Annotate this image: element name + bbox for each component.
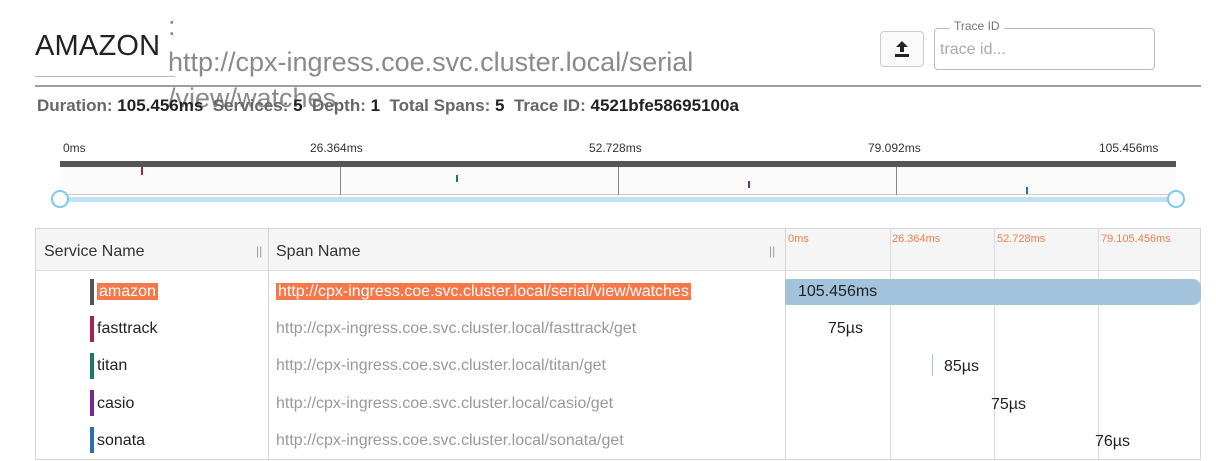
span-duration: 75µs xyxy=(828,320,864,337)
minimap-divider xyxy=(896,167,897,195)
service-name[interactable]: casio xyxy=(97,395,134,413)
upload-button[interactable] xyxy=(880,31,924,67)
service-color-marker xyxy=(90,279,94,305)
minimap-tick: 79.092ms xyxy=(868,141,921,155)
span-name[interactable]: http://cpx-ingress.coe.svc.cluster.local… xyxy=(276,432,624,450)
span-name[interactable]: http://cpx-ingress.coe.svc.cluster.local… xyxy=(276,395,613,413)
minimap-divider xyxy=(340,167,341,195)
timeline-tick: 0ms xyxy=(788,233,809,245)
column-separator xyxy=(785,229,786,460)
services-label: Services: xyxy=(212,96,289,115)
span-duration: 85µs xyxy=(944,358,980,375)
depth-value: 1 xyxy=(370,96,381,115)
timeline-gridline xyxy=(890,229,891,460)
column-resize-handle[interactable]: || xyxy=(769,244,775,258)
minimap-tick: 0ms xyxy=(63,141,86,155)
table-row-span[interactable]: http://cpx-ingress.coe.svc.cluster.local… xyxy=(276,283,691,301)
trace-id-value: 4521bfe58695100a xyxy=(590,96,739,115)
span-name[interactable]: http://cpx-ingress.coe.svc.cluster.local… xyxy=(276,357,606,375)
services-value: 5 xyxy=(293,96,303,115)
column-separator xyxy=(268,229,269,460)
span-name[interactable]: http://cpx-ingress.coe.svc.cluster.local… xyxy=(276,320,636,338)
range-end-handle[interactable] xyxy=(1167,190,1185,208)
service-name[interactable]: fasttrack xyxy=(97,320,157,338)
service-name: amazon xyxy=(97,283,158,300)
minimap-span-mark xyxy=(456,175,458,182)
service-name[interactable]: titan xyxy=(97,357,127,375)
trace-id-label: Trace ID: xyxy=(513,96,586,115)
minimap-tick: 105.456ms xyxy=(1099,141,1159,155)
app-title: AMAZON xyxy=(35,30,161,62)
minimap-span-mark xyxy=(748,181,750,188)
duration-value: 105.456ms xyxy=(117,96,204,115)
service-color-marker xyxy=(90,353,94,379)
trace-id-input[interactable] xyxy=(940,38,1145,62)
service-name-header[interactable]: Service Name xyxy=(44,243,144,261)
span-bar[interactable] xyxy=(932,354,933,376)
minimap-span-mark xyxy=(141,167,143,175)
span-duration: 75µs xyxy=(991,396,1027,413)
timeline-tick: 79.105.456ms xyxy=(1101,233,1171,245)
service-name[interactable]: sonata xyxy=(97,432,145,450)
span-name-header[interactable]: Span Name xyxy=(276,243,361,261)
service-color-marker xyxy=(90,390,94,416)
timeline-gridline xyxy=(994,229,995,460)
minimap-range xyxy=(60,197,1176,202)
range-start-handle[interactable] xyxy=(51,190,69,208)
table-row-service[interactable]: amazon xyxy=(97,283,158,301)
column-resize-handle[interactable]: || xyxy=(256,244,262,258)
title-underline xyxy=(35,76,175,77)
trace-id-legend: Trace ID xyxy=(950,19,1004,33)
span-duration: 76µs xyxy=(1095,433,1131,450)
upload-icon xyxy=(895,41,909,57)
minimap-span-mark xyxy=(1026,187,1028,194)
total-spans-label: Total Spans: xyxy=(389,96,491,115)
minimap-divider xyxy=(618,167,619,195)
span-name: http://cpx-ingress.coe.svc.cluster.local… xyxy=(276,283,691,300)
timeline-tick: 52.728ms xyxy=(997,233,1046,245)
minimap-tick: 26.364ms xyxy=(310,141,363,155)
minimap-tick: 52.728ms xyxy=(589,141,642,155)
timeline-tick: 26.364ms xyxy=(892,233,941,245)
service-color-marker xyxy=(90,316,94,342)
total-spans-value: 5 xyxy=(495,96,505,115)
span-duration: 105.456ms xyxy=(798,283,878,300)
duration-label: Duration: xyxy=(37,96,113,115)
timeline-gridline xyxy=(1098,229,1099,460)
trace-summary: Duration: 105.456ms Services: 5 Depth: 1… xyxy=(37,96,739,116)
service-color-marker xyxy=(90,427,94,453)
header-divider xyxy=(35,85,1201,87)
depth-label: Depth: xyxy=(312,96,366,115)
